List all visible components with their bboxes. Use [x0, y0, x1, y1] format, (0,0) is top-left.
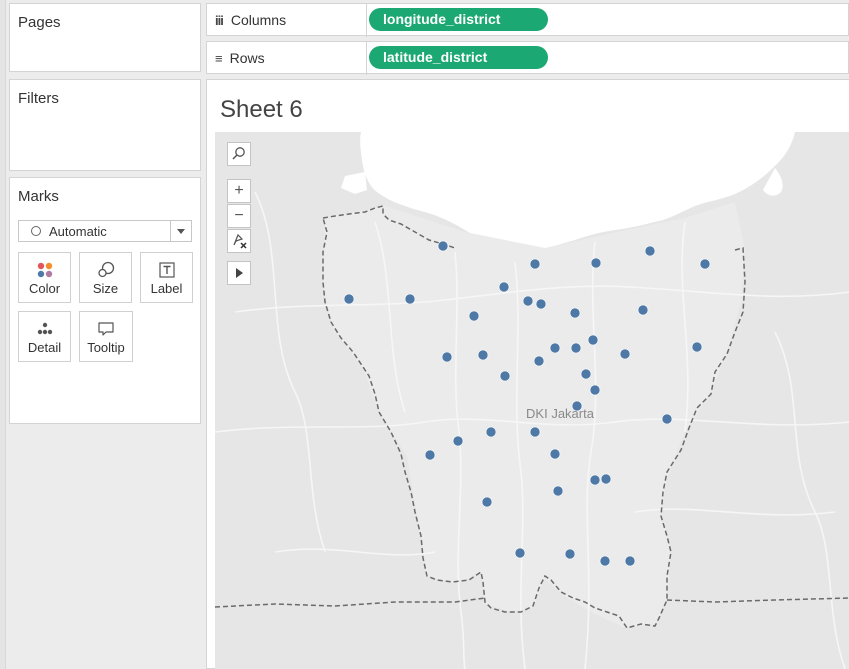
rows-shelf-label: ≡ Rows	[215, 50, 265, 66]
shelf-divider	[366, 42, 367, 75]
color-label: Color	[28, 281, 61, 296]
district-point[interactable]	[661, 413, 673, 425]
pages-title: Pages	[18, 14, 61, 31]
district-point[interactable]	[619, 348, 631, 360]
district-point[interactable]	[533, 355, 545, 367]
tooltip-button[interactable]: Tooltip	[79, 311, 133, 362]
district-point[interactable]	[569, 307, 581, 319]
detail-dots-icon	[37, 322, 52, 335]
district-point[interactable]	[637, 304, 649, 316]
latitude-pill[interactable]: latitude_district	[369, 46, 548, 69]
detail-label: Detail	[27, 340, 62, 355]
district-point[interactable]	[691, 341, 703, 353]
zoom-in-button[interactable]: +	[227, 179, 251, 203]
district-point[interactable]	[499, 370, 511, 382]
search-icon	[232, 147, 245, 160]
label-button[interactable]: Label	[140, 252, 193, 303]
district-point[interactable]	[343, 293, 355, 305]
rows-icon: ≡	[215, 51, 223, 66]
columns-shelf-label: iii Columns	[215, 12, 286, 28]
district-point[interactable]	[589, 474, 601, 486]
mark-type-value: Automatic	[49, 224, 107, 239]
district-point[interactable]	[441, 351, 453, 363]
district-point[interactable]	[587, 334, 599, 346]
district-point[interactable]	[589, 384, 601, 396]
play-icon	[236, 268, 243, 278]
filters-card[interactable]: Filters	[9, 79, 201, 171]
color-dots-icon	[37, 262, 52, 278]
district-point[interactable]	[571, 400, 583, 412]
rows-label-text: Rows	[229, 50, 265, 66]
size-button[interactable]: Size	[79, 252, 132, 303]
reset-map-button[interactable]	[227, 229, 251, 253]
pin-reset-icon	[233, 233, 247, 249]
zoom-out-button[interactable]: −	[227, 204, 251, 228]
label-label: Label	[150, 281, 183, 296]
district-point[interactable]	[600, 473, 612, 485]
district-point[interactable]	[599, 555, 611, 567]
district-point[interactable]	[644, 245, 656, 257]
mark-type-dropdown[interactable]: Automatic	[18, 220, 192, 242]
columns-label-text: Columns	[230, 12, 287, 28]
district-point[interactable]	[529, 258, 541, 270]
district-point[interactable]	[549, 448, 561, 460]
sheet-title[interactable]: Sheet 6	[220, 96, 303, 124]
longitude-pill[interactable]: longitude_district	[369, 8, 548, 31]
district-point[interactable]	[535, 298, 547, 310]
map-canvas[interactable]: DKI Jakarta	[215, 132, 849, 669]
map-view[interactable]: DKI Jakarta + −	[215, 132, 849, 669]
district-point[interactable]	[514, 547, 526, 559]
map-tools-expand-button[interactable]	[227, 261, 251, 285]
district-point[interactable]	[452, 435, 464, 447]
left-edge-strip	[0, 0, 6, 669]
zoom-in-icon: +	[234, 182, 244, 199]
district-point[interactable]	[404, 293, 416, 305]
tooltip-bubble-icon	[98, 322, 114, 336]
size-circles-icon	[97, 261, 114, 278]
district-point[interactable]	[570, 342, 582, 354]
district-point[interactable]	[624, 555, 636, 567]
district-point[interactable]	[468, 310, 480, 322]
district-point[interactable]	[699, 258, 711, 270]
tooltip-label: Tooltip	[87, 340, 125, 355]
zoom-out-icon: −	[234, 207, 244, 224]
district-point[interactable]	[437, 240, 449, 252]
shelf-divider	[366, 4, 367, 37]
district-point[interactable]	[549, 342, 561, 354]
circle-mark-icon	[31, 226, 41, 236]
district-point[interactable]	[481, 496, 493, 508]
pages-card[interactable]: Pages	[9, 3, 201, 72]
filters-title: Filters	[18, 90, 59, 107]
district-point[interactable]	[424, 449, 436, 461]
detail-button[interactable]: Detail	[18, 311, 71, 362]
columns-icon: iii	[215, 13, 224, 28]
rows-shelf[interactable]: ≡ Rows latitude_district	[206, 41, 849, 75]
district-point[interactable]	[590, 257, 602, 269]
marks-card: Marks Automatic Color Size Label Detail …	[9, 177, 201, 424]
chevron-down-icon[interactable]	[177, 229, 185, 234]
region-label: DKI Jakarta	[526, 406, 595, 421]
district-point[interactable]	[580, 368, 592, 380]
district-point[interactable]	[477, 349, 489, 361]
worksheet-view: Sheet 6 DKI Jakarta + −	[206, 79, 849, 669]
size-label: Size	[92, 281, 119, 296]
search-button[interactable]	[227, 142, 251, 166]
columns-shelf[interactable]: iii Columns longitude_district	[206, 3, 849, 37]
color-button[interactable]: Color	[18, 252, 71, 303]
dropdown-separator	[170, 221, 171, 241]
district-point[interactable]	[498, 281, 510, 293]
district-point[interactable]	[522, 295, 534, 307]
label-t-icon	[158, 262, 175, 278]
district-point[interactable]	[529, 426, 541, 438]
district-point[interactable]	[485, 426, 497, 438]
marks-title: Marks	[18, 188, 59, 205]
district-point[interactable]	[564, 548, 576, 560]
district-point[interactable]	[552, 485, 564, 497]
